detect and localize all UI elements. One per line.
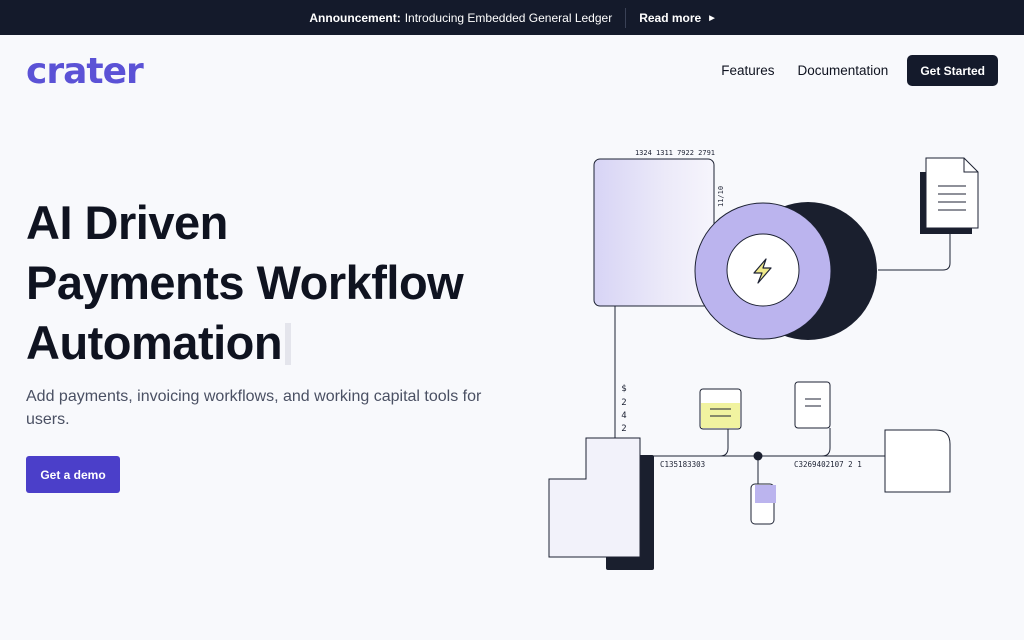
ledger-left-code: C135183303 — [660, 460, 705, 469]
get-a-demo-button[interactable]: Get a demo — [26, 456, 120, 493]
nav-features-link[interactable]: Features — [721, 63, 774, 78]
banner-divider — [625, 7, 627, 28]
get-started-button[interactable]: Get Started — [907, 55, 998, 86]
receipt-block — [548, 437, 641, 558]
card-number: 1324 1311 7922 2791 — [635, 149, 715, 157]
amount-char-1: $ — [621, 384, 626, 394]
hero-title-line-3: Automation — [26, 313, 463, 373]
connector-disc-to-doc — [878, 232, 951, 271]
announcement-text: Introducing Embedded General Ledger — [404, 10, 613, 25]
caret-right-icon: ▶ — [709, 14, 715, 22]
announcement-label: Announcement: — [309, 10, 401, 25]
announcement-banner: Announcement: Introducing Embedded Gener… — [0, 0, 1024, 35]
document-icon — [925, 157, 979, 229]
hero-title: AI Driven Payments Workflow Automation — [26, 193, 464, 373]
read-more-link[interactable]: Read more ▶ — [639, 11, 714, 25]
ledger-node — [753, 451, 763, 461]
ledger-right-code: C3269402107 2 1 — [794, 460, 862, 469]
connector-note-left — [719, 429, 729, 457]
amount-char-2: 2 — [621, 398, 626, 408]
read-more-label: Read more — [639, 10, 702, 25]
amount-char-3: 4 — [621, 411, 626, 421]
card-expiry: 11/10 — [717, 186, 725, 207]
folder-block — [884, 429, 951, 493]
hero-subtitle: Add payments, invoicing workflows, and w… — [26, 388, 482, 428]
crater-logo[interactable]: crater — [26, 51, 144, 92]
workflow-illustration: 1324 1311 7922 2791 11/10 $ 2 4 2 C13518… — [548, 149, 979, 570]
top-nav: Features Documentation Get Started — [721, 55, 998, 86]
hero-title-line-1: AI Driven — [26, 196, 228, 249]
nav-documentation-link[interactable]: Documentation — [798, 63, 889, 78]
logo-wordmark: crater — [26, 51, 144, 92]
white-note — [794, 381, 831, 429]
typing-cursor — [285, 323, 292, 365]
connector-note-right — [821, 428, 831, 457]
hero-title-line-2: Payments Workflow — [26, 256, 464, 309]
amount-char-4: 2 — [621, 424, 626, 434]
